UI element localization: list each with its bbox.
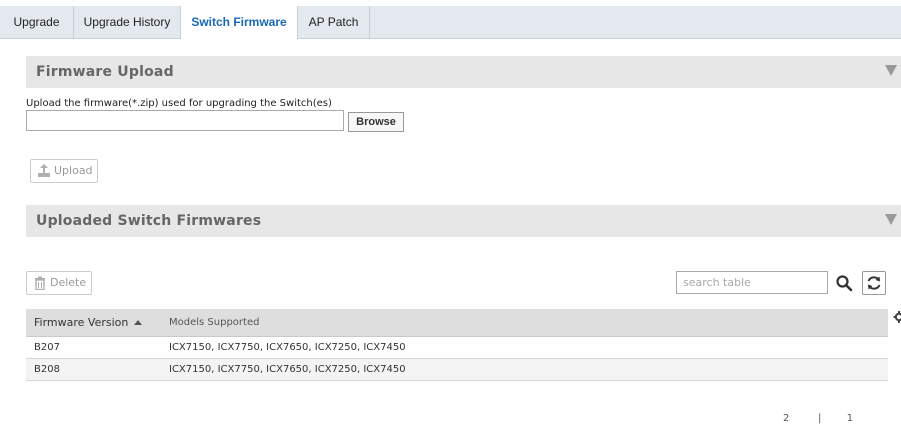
search-icon[interactable] bbox=[835, 274, 853, 292]
browse-button[interactable]: Browse bbox=[348, 112, 404, 132]
firmware-file-field[interactable] bbox=[26, 110, 344, 131]
tab-upgrade-history[interactable]: Upgrade History bbox=[74, 6, 181, 38]
models-supported-cell: ICX7150, ICX7750, ICX7650, ICX7250, ICX7… bbox=[161, 336, 888, 359]
delete-button[interactable]: Delete bbox=[26, 271, 92, 295]
models-supported-cell: ICX7150, ICX7750, ICX7650, ICX7250, ICX7… bbox=[161, 358, 888, 381]
tab-bar: Upgrade Upgrade History Switch Firmware … bbox=[0, 6, 901, 39]
firmware-version-cell: B208 bbox=[26, 358, 161, 381]
sort-ascending-icon bbox=[134, 320, 143, 326]
trash-icon bbox=[35, 276, 45, 290]
tab-upgrade[interactable]: Upgrade bbox=[0, 6, 74, 38]
column-label: Models Supported bbox=[169, 316, 260, 328]
tab-ap-patch[interactable]: AP Patch bbox=[298, 6, 370, 38]
refresh-icon bbox=[867, 276, 881, 290]
upload-icon bbox=[38, 164, 50, 177]
column-label: Firmware Version bbox=[34, 315, 129, 329]
search-input[interactable] bbox=[676, 271, 828, 294]
refresh-button[interactable] bbox=[862, 271, 886, 295]
uploaded-firmwares-header[interactable]: Uploaded Switch Firmwares bbox=[26, 205, 901, 237]
triangle-down-icon[interactable] bbox=[885, 65, 897, 76]
gear-icon[interactable] bbox=[893, 311, 901, 323]
section-title: Uploaded Switch Firmwares bbox=[36, 213, 262, 229]
triangle-down-icon[interactable] bbox=[885, 214, 897, 225]
table-row[interactable]: B207 ICX7150, ICX7750, ICX7650, ICX7250,… bbox=[26, 336, 888, 359]
table-header-row: Firmware Version Models Supported bbox=[26, 309, 888, 337]
upload-description: Upload the firmware(*.zip) used for upgr… bbox=[26, 98, 332, 109]
column-header-models-supported[interactable]: Models Supported bbox=[161, 309, 888, 337]
upload-button[interactable]: Upload bbox=[30, 159, 98, 183]
section-title: Firmware Upload bbox=[36, 64, 174, 80]
upload-label: Upload bbox=[54, 164, 93, 177]
firmware-version-cell: B207 bbox=[26, 336, 161, 359]
firmware-table: Firmware Version Models Supported B207 I… bbox=[26, 309, 888, 381]
delete-label: Delete bbox=[50, 276, 87, 289]
table-row[interactable]: B208 ICX7150, ICX7750, ICX7650, ICX7250,… bbox=[26, 358, 888, 381]
column-header-firmware-version[interactable]: Firmware Version bbox=[26, 309, 161, 337]
tab-switch-firmware[interactable]: Switch Firmware bbox=[181, 6, 298, 39]
pagination-info: 2 | 1 bbox=[783, 413, 854, 424]
firmware-upload-header[interactable]: Firmware Upload bbox=[26, 56, 901, 88]
